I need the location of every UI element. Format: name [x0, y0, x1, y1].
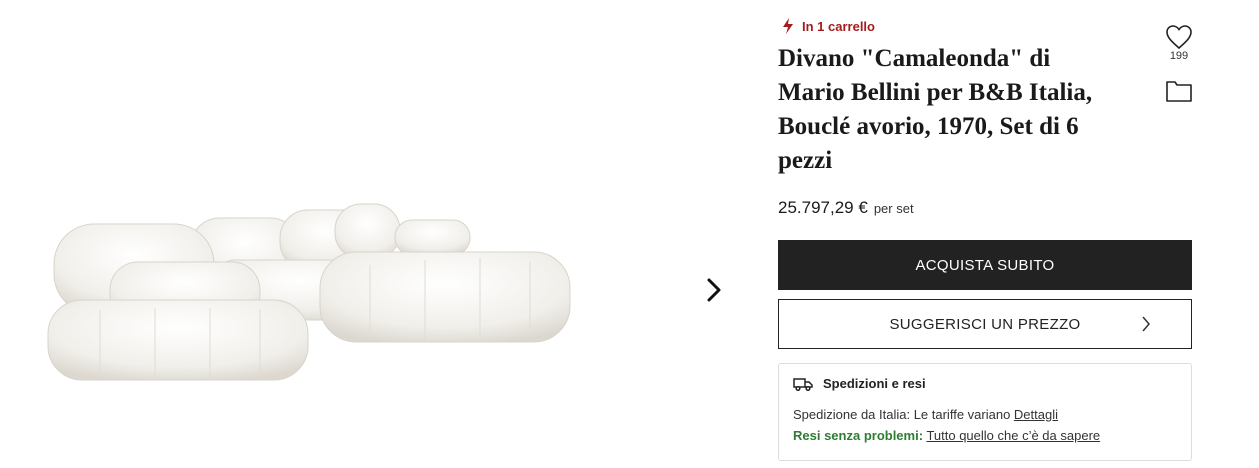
- shipping-returns-box: Spedizioni e resi Spedizione da Italia: …: [778, 363, 1192, 461]
- product-title: Divano "Camaleonda" di Mario Bellini per…: [778, 45, 1093, 174]
- chevron-right-icon: [1142, 316, 1150, 332]
- price-unit: per set: [873, 201, 914, 216]
- price: 25.797,29 €: [778, 198, 868, 217]
- truck-icon: [793, 377, 813, 391]
- folder-icon: [1166, 81, 1192, 102]
- shipping-info-text: Spedizione da Italia: Le tariffe variano: [793, 407, 1011, 422]
- shipping-details-link[interactable]: Dettagli: [1014, 407, 1058, 422]
- cart-status-badge: In 1 carrello: [782, 18, 875, 34]
- favorite-button[interactable]: 199: [1164, 24, 1194, 62]
- returns-info-line: Resi senza problemi: Tutto quello che c’…: [793, 428, 1177, 443]
- price-row: 25.797,29 € per set: [778, 198, 914, 218]
- next-image-button[interactable]: [700, 272, 728, 308]
- returns-info-link[interactable]: Tutto quello che c’è da sapere: [926, 428, 1100, 443]
- returns-label: Resi senza problemi:: [793, 428, 924, 443]
- shipping-info-line: Spedizione da Italia: Le tariffe variano…: [793, 407, 1177, 422]
- product-image[interactable]: [40, 190, 580, 390]
- shipping-heading-text: Spedizioni e resi: [823, 376, 926, 391]
- product-gallery: [0, 0, 740, 468]
- make-offer-button[interactable]: SUGGERISCI UN PREZZO: [778, 299, 1192, 349]
- product-info: In 1 carrello Divano "Camaleonda" di Mar…: [778, 0, 1198, 468]
- make-offer-label: SUGGERISCI UN PREZZO: [889, 315, 1081, 333]
- heart-icon: [1166, 25, 1192, 50]
- shipping-heading: Spedizioni e resi: [793, 376, 1177, 391]
- chevron-right-icon: [707, 278, 721, 302]
- buy-now-button[interactable]: ACQUISTA SUBITO: [778, 240, 1192, 290]
- favorite-count: 199: [1169, 50, 1189, 62]
- save-to-folder-button[interactable]: [1165, 78, 1193, 104]
- cart-status-text: In 1 carrello: [802, 18, 875, 34]
- lightning-icon: [783, 18, 793, 34]
